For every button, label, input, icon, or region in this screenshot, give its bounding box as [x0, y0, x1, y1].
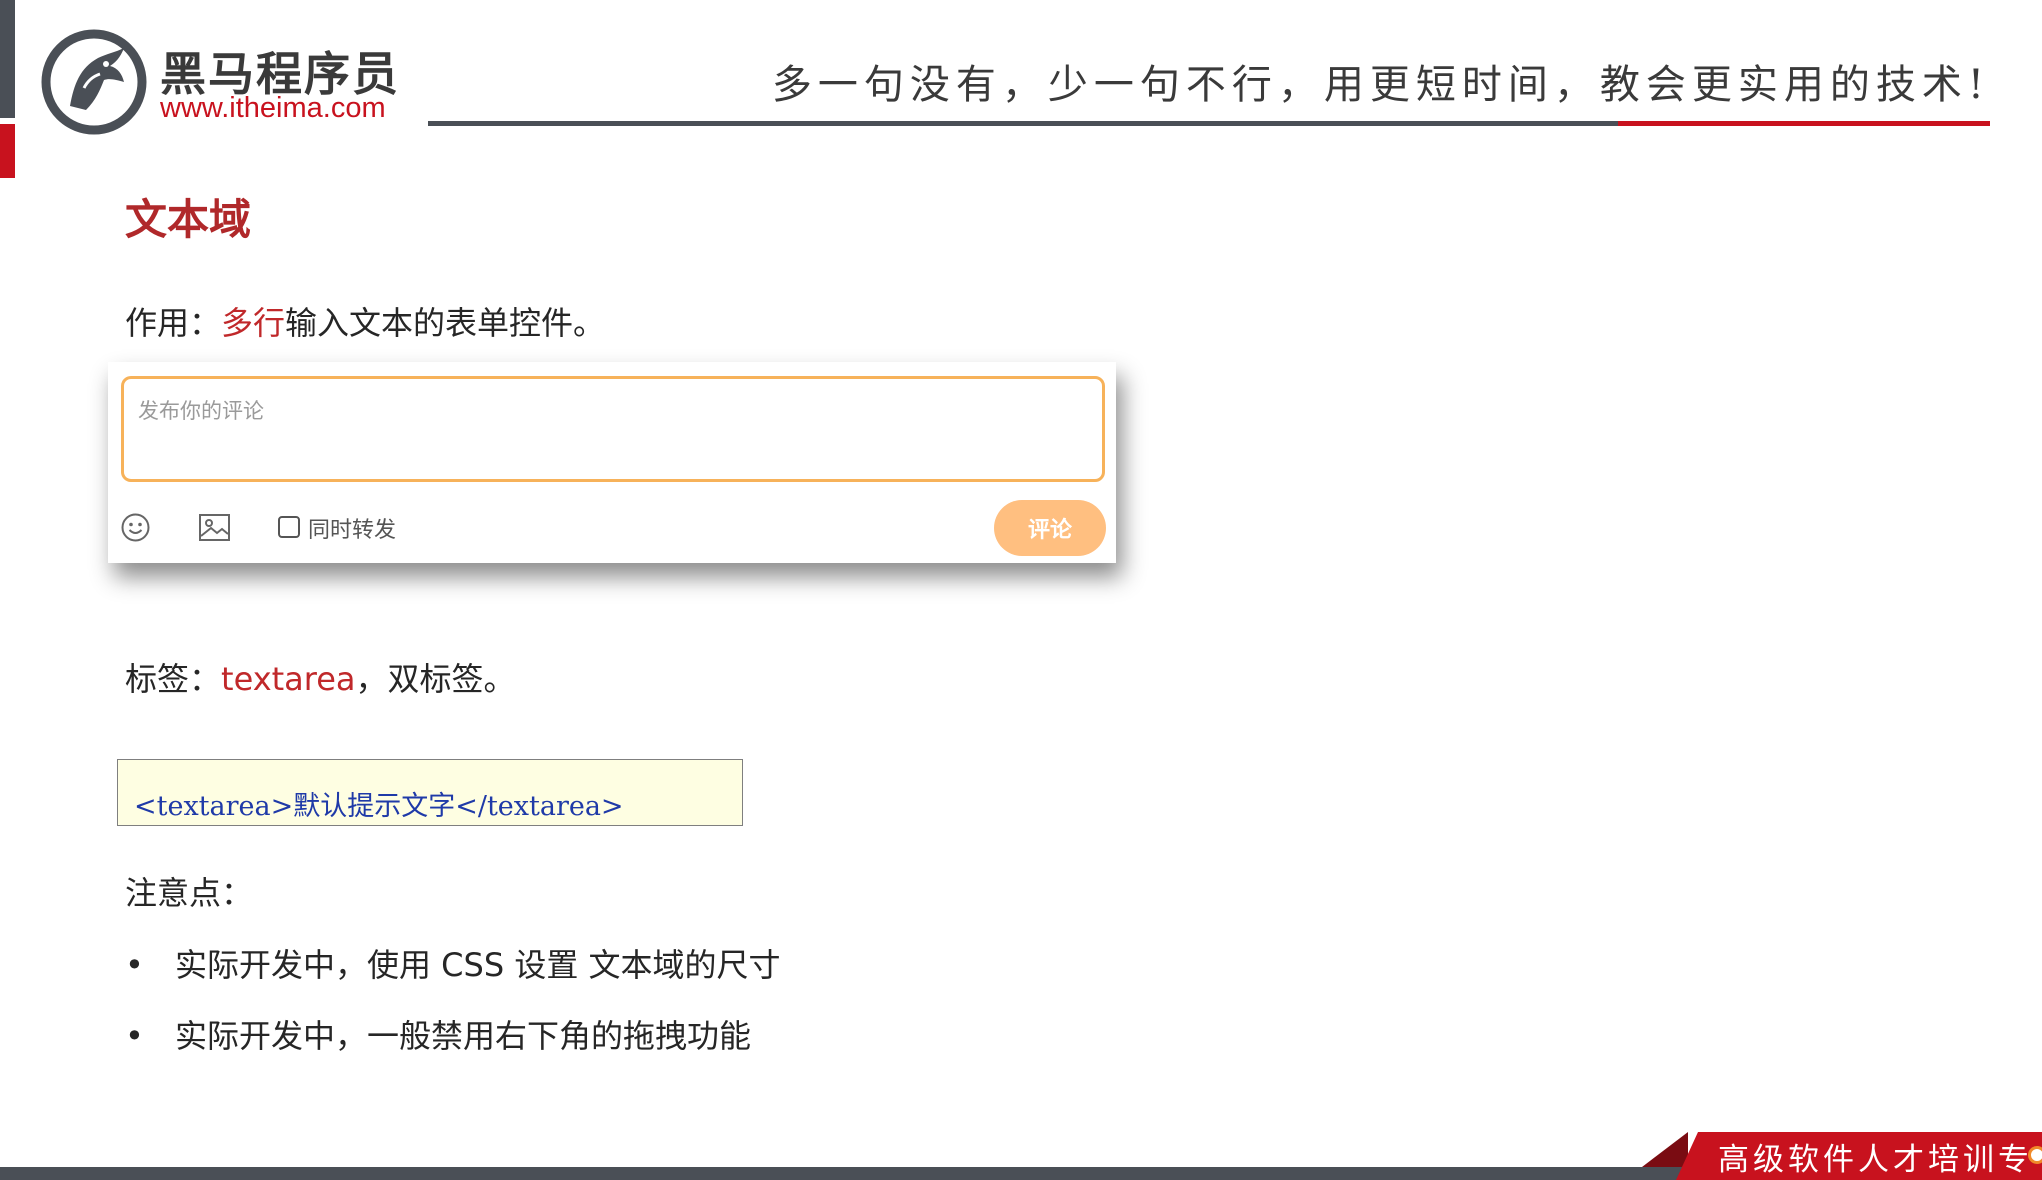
tag-label: 标签：	[125, 660, 222, 698]
header-divider	[428, 121, 1618, 126]
left-accent-bar-gray	[0, 0, 15, 118]
note-text: 实际开发中，使用 CSS 设置 文本域的尺寸	[175, 946, 781, 984]
tag-highlight: textarea	[221, 660, 356, 698]
bullet-dot: •	[125, 1017, 144, 1055]
comment-textarea[interactable]: 发布你的评论	[121, 376, 1105, 482]
footer-badge: 高级软件人才培训专	[1676, 1132, 2042, 1180]
brand-url: www.itheima.com	[160, 92, 386, 124]
header-divider-accent	[1618, 121, 1990, 126]
code-example: <textarea>默认提示文字</textarea>	[117, 759, 743, 826]
footer-accent-triangle	[1642, 1132, 1688, 1167]
comment-demo-screenshot: 发布你的评论 同时转发 评论	[108, 362, 1116, 563]
tag-line: 标签：textarea，双标签。	[125, 654, 516, 700]
slide-title: 文本域	[125, 195, 252, 244]
left-accent-bar-red	[0, 124, 15, 178]
brand-logo: 黑马程序员 www.itheima.com	[40, 28, 400, 136]
usage-label: 作用：	[125, 304, 222, 342]
submit-comment-button[interactable]: 评论	[994, 500, 1106, 556]
code-text: <textarea>默认提示文字</textarea>	[134, 791, 624, 822]
note-item: • 实际开发中，使用 CSS 设置 文本域的尺寸	[125, 940, 781, 986]
horse-logo-icon	[41, 29, 147, 135]
comment-toolbar: 同时转发 评论	[108, 500, 1116, 556]
footer-text: 高级软件人才培训专	[1718, 1142, 2033, 1178]
footer-chat-icon[interactable]	[2028, 1146, 2042, 1164]
bullet-dot: •	[125, 946, 144, 984]
emoji-icon[interactable]	[120, 512, 151, 543]
repost-checkbox[interactable]	[278, 516, 300, 538]
tag-rest: ，双标签。	[355, 660, 516, 698]
note-text: 实际开发中，一般禁用右下角的拖拽功能	[175, 1017, 752, 1055]
image-icon[interactable]	[198, 512, 231, 543]
usage-highlight: 多行	[221, 304, 286, 342]
usage-line: 作用：多行输入文本的表单控件。	[125, 298, 605, 344]
repost-label: 同时转发	[308, 518, 397, 543]
slogan: 多一句没有，少一句不行，用更短时间，教会更实用的技术!	[771, 62, 1990, 108]
comment-placeholder: 发布你的评论	[138, 399, 264, 423]
usage-rest: 输入文本的表单控件。	[285, 304, 606, 342]
note-item: • 实际开发中，一般禁用右下角的拖拽功能	[125, 1011, 751, 1057]
notes-heading: 注意点：	[125, 874, 254, 912]
